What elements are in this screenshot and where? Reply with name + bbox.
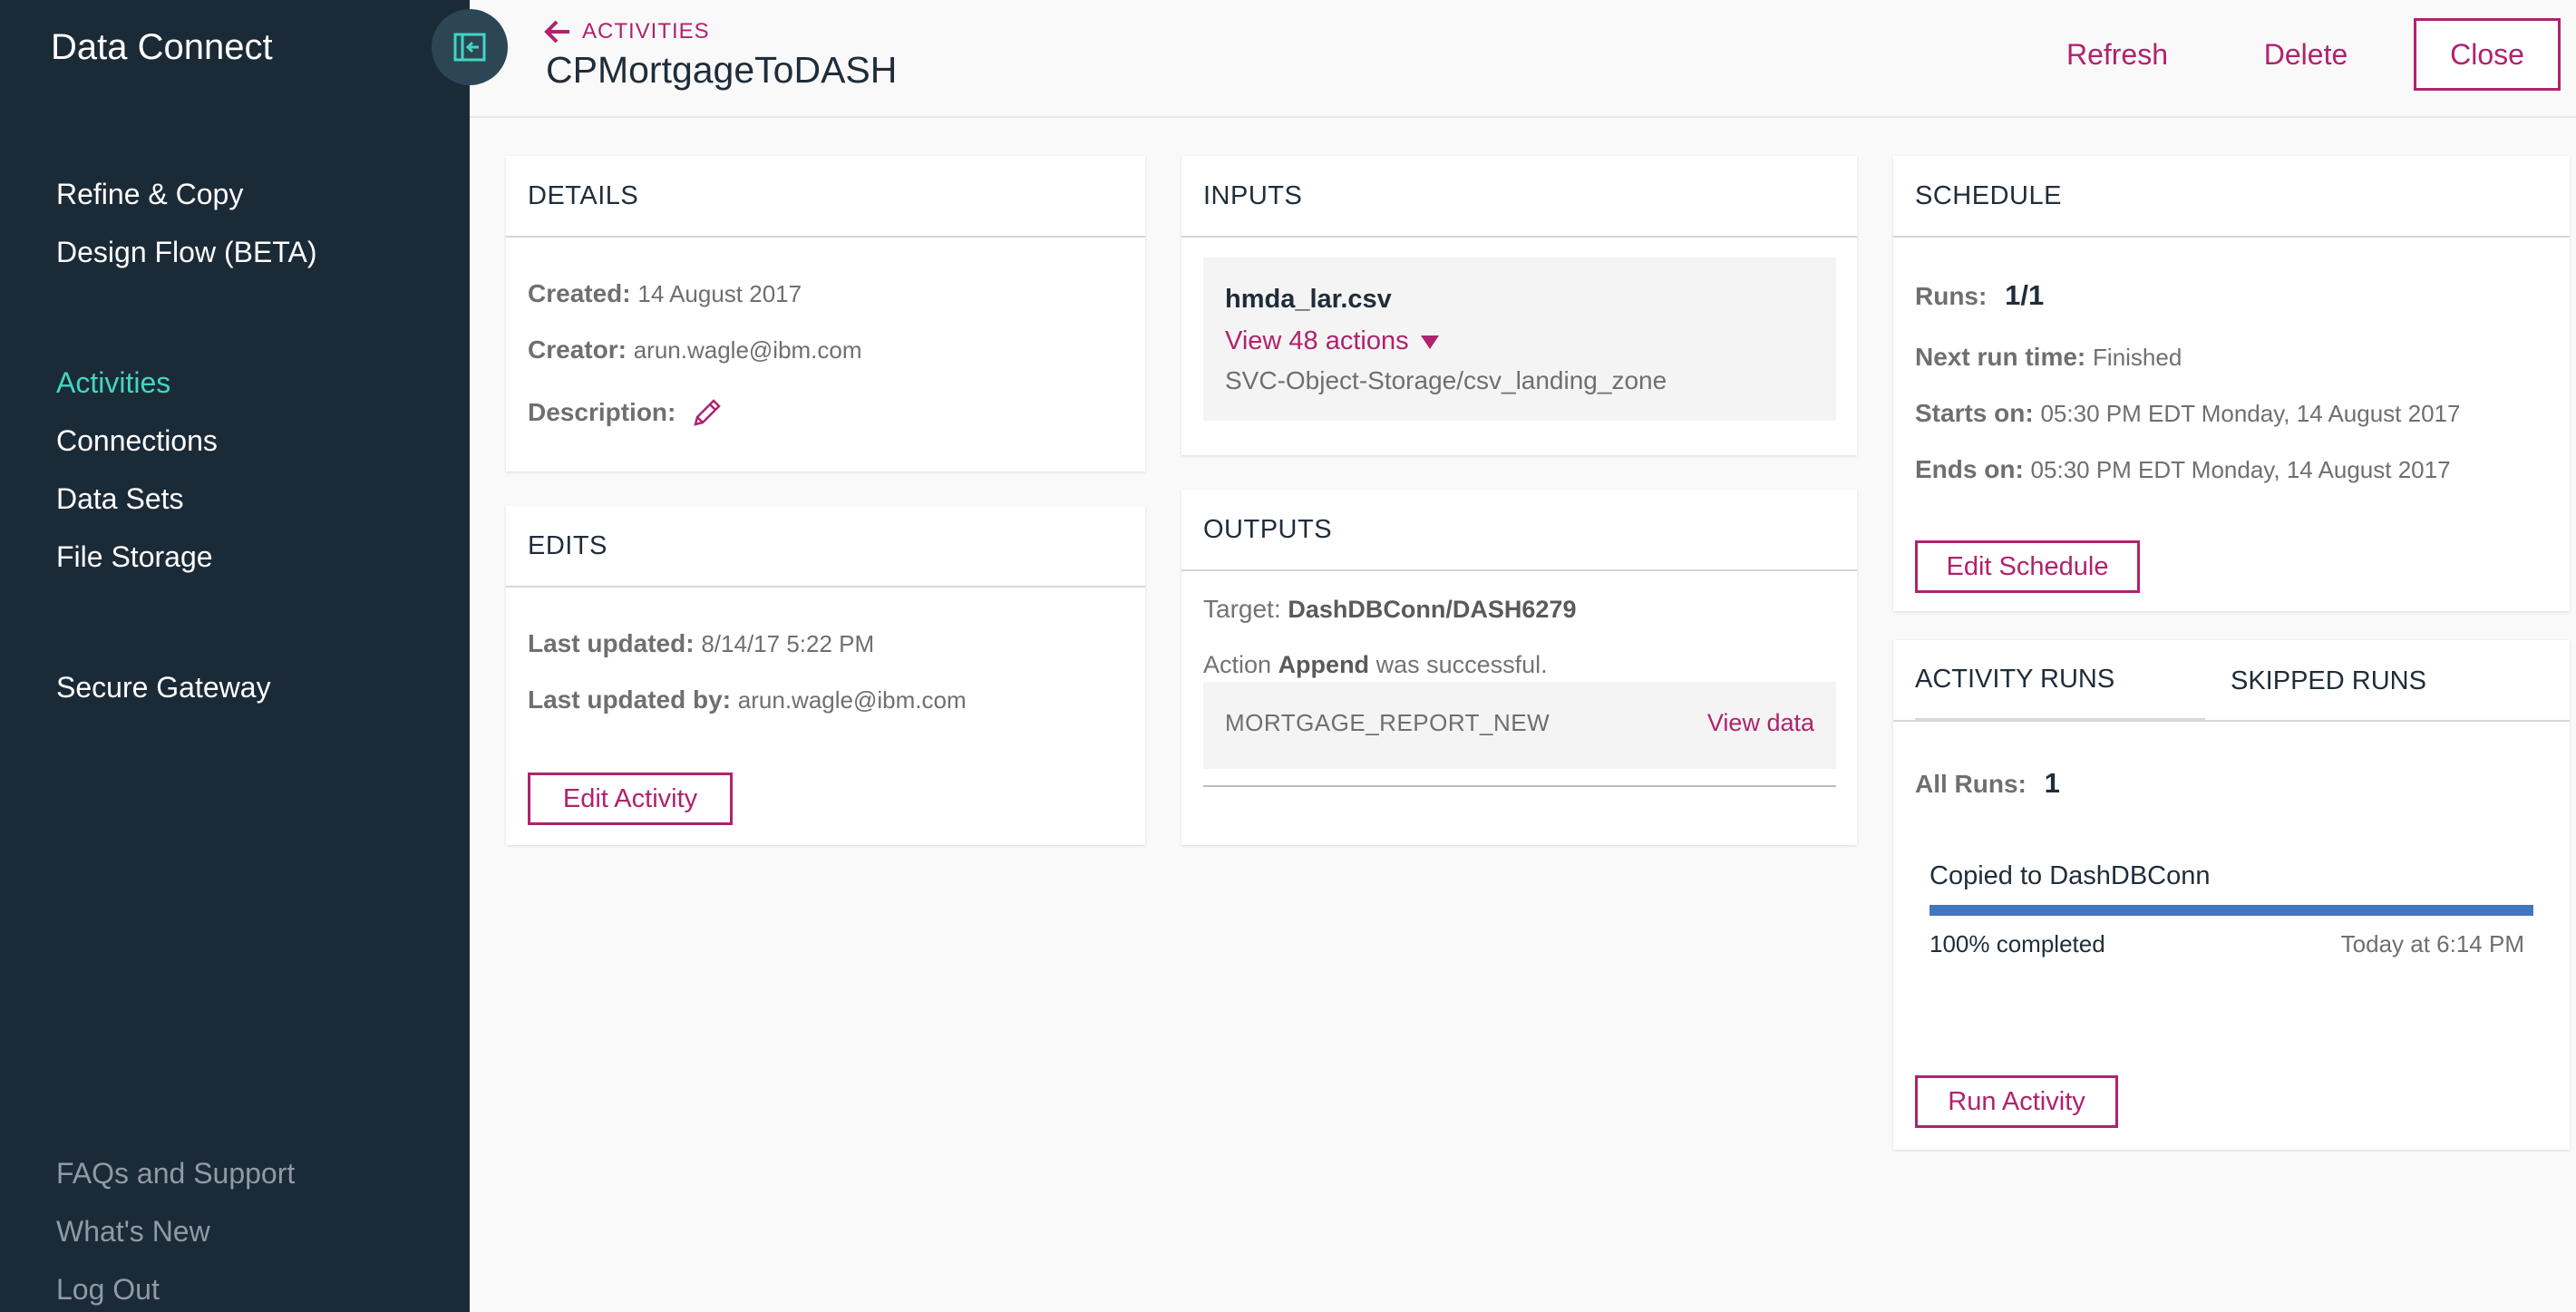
starts-on-field: Starts on: 05:30 PM EDT Monday, 14 Augus…: [1915, 399, 2460, 428]
target-label: Target:: [1203, 595, 1281, 623]
page-title: CPMortgageToDASH: [546, 49, 898, 91]
sidebar-item-file-storage[interactable]: File Storage: [56, 540, 213, 574]
edit-schedule-button[interactable]: Edit Schedule: [1915, 540, 2140, 593]
caret-down-icon: [1420, 335, 1439, 349]
all-runs-label: All Runs:: [1915, 770, 2027, 798]
schedule-heading: SCHEDULE: [1893, 156, 2570, 238]
details-card: DETAILS Created: 14 August 2017 Creator:…: [506, 156, 1145, 471]
schedule-card: SCHEDULE Runs: 1/1 Next run time: Finish…: [1893, 156, 2570, 611]
last-updated-value: 8/14/17 5:22 PM: [701, 630, 875, 657]
next-run-label: Next run time:: [1915, 343, 2086, 371]
sidebar-item-connections[interactable]: Connections: [56, 424, 218, 458]
input-path: SVC-Object-Storage/csv_landing_zone: [1225, 366, 1667, 394]
inputs-heading: INPUTS: [1181, 156, 1857, 238]
outputs-heading: OUTPUTS: [1181, 490, 1857, 571]
ends-on-label: Ends on:: [1915, 455, 2024, 483]
sidebar-item-activities[interactable]: Activities: [56, 366, 170, 400]
description-field: Description:: [528, 397, 723, 428]
starts-on-value: 05:30 PM EDT Monday, 14 August 2017: [2040, 400, 2461, 427]
created-label: Created:: [528, 279, 631, 307]
target-field: Target: DashDBConn/DASH6279: [1203, 595, 1576, 624]
details-heading: DETAILS: [506, 156, 1145, 238]
sidebar-item-refine-copy[interactable]: Refine & Copy: [56, 178, 243, 211]
sidebar-item-faqs[interactable]: FAQs and Support: [56, 1157, 295, 1191]
view-actions-link[interactable]: View 48 actions: [1225, 326, 1440, 356]
outputs-card: OUTPUTS Target: DashDBConn/DASH6279 Acti…: [1181, 490, 1857, 845]
edit-activity-button[interactable]: Edit Activity: [528, 773, 733, 825]
next-run-field: Next run time: Finished: [1915, 343, 2182, 372]
input-file-name: hmda_lar.csv: [1225, 285, 1392, 314]
edits-heading: EDITS: [506, 506, 1145, 588]
tab-skipped-runs[interactable]: SKIPPED RUNS: [2231, 640, 2426, 722]
pencil-icon[interactable]: [692, 397, 723, 428]
last-updated-field: Last updated: 8/14/17 5:22 PM: [528, 629, 874, 658]
input-source-box: hmda_lar.csv View 48 actions SVC-Object-…: [1203, 258, 1836, 421]
creator-field: Creator: arun.wagle@ibm.com: [528, 335, 862, 364]
last-updated-label: Last updated:: [528, 629, 695, 657]
page-header: ACTIVITIES CPMortgageToDASH Refresh Dele…: [470, 0, 2576, 118]
ends-on-field: Ends on: 05:30 PM EDT Monday, 14 August …: [1915, 455, 2451, 484]
all-runs-field: All Runs: 1: [1915, 767, 2060, 800]
run-activity-button[interactable]: Run Activity: [1915, 1075, 2118, 1128]
all-runs-value: 1: [2044, 767, 2060, 799]
refresh-button[interactable]: Refresh: [2049, 18, 2185, 91]
edits-card: EDITS Last updated: 8/14/17 5:22 PM Last…: [506, 506, 1145, 845]
tab-activity-runs[interactable]: ACTIVITY RUNS: [1915, 640, 2205, 722]
collapse-sidebar-button[interactable]: [432, 9, 508, 85]
action-suffix: was successful.: [1375, 651, 1548, 678]
sidebar-item-secure-gateway[interactable]: Secure Gateway: [56, 671, 271, 705]
target-value: DashDBConn/DASH6279: [1288, 596, 1577, 623]
collapse-icon: [453, 33, 486, 62]
sidebar-item-whats-new[interactable]: What's New: [56, 1215, 210, 1249]
sidebar: Data Connect Refine & Copy Design Flow (…: [0, 0, 470, 1312]
ends-on-value: 05:30 PM EDT Monday, 14 August 2017: [2030, 456, 2451, 483]
created-field: Created: 14 August 2017: [528, 279, 802, 308]
next-run-value: Finished: [2093, 344, 2182, 371]
action-prefix: Action: [1203, 651, 1272, 678]
runs-card: ACTIVITY RUNS SKIPPED RUNS All Runs: 1 C…: [1893, 640, 2570, 1150]
view-data-link[interactable]: View data: [1707, 709, 1814, 737]
sidebar-item-data-sets[interactable]: Data Sets: [56, 482, 184, 516]
runs-field: Runs: 1/1: [1915, 279, 2044, 312]
back-link-label: ACTIVITIES: [582, 19, 710, 44]
action-name: Append: [1278, 651, 1370, 678]
last-updated-by-field: Last updated by: arun.wagle@ibm.com: [528, 685, 967, 714]
view-actions-label: View 48 actions: [1225, 326, 1409, 355]
last-updated-by-label: Last updated by:: [528, 685, 732, 714]
run-time: Today at 6:14 PM: [2340, 930, 2524, 957]
divider: [1203, 785, 1836, 787]
output-table-row: MORTGAGE_REPORT_NEW View data: [1203, 682, 1836, 769]
creator-label: Creator:: [528, 335, 627, 364]
run-progress-fill: [1930, 905, 2533, 916]
output-table-name: MORTGAGE_REPORT_NEW: [1225, 709, 1550, 736]
run-title: Copied to DashDBConn: [1930, 861, 2211, 890]
runs-value: 1/1: [2005, 279, 2045, 311]
sidebar-item-log-out[interactable]: Log Out: [56, 1273, 160, 1307]
back-to-activities-link[interactable]: ACTIVITIES: [544, 16, 710, 47]
delete-button[interactable]: Delete: [2238, 18, 2374, 91]
action-status: Action Append was successful.: [1203, 651, 1548, 679]
starts-on-label: Starts on:: [1915, 399, 2034, 427]
close-button[interactable]: Close: [2414, 18, 2561, 91]
description-label: Description:: [528, 398, 676, 426]
runs-label: Runs:: [1915, 282, 1988, 310]
created-value: 14 August 2017: [637, 280, 802, 307]
run-progress-bar: [1930, 905, 2533, 916]
arrow-left-icon: [544, 20, 569, 44]
run-progress-text: 100% completed: [1930, 930, 2105, 957]
app-title: Data Connect: [51, 27, 273, 67]
sidebar-item-design-flow[interactable]: Design Flow (BETA): [56, 236, 316, 269]
inputs-card: INPUTS hmda_lar.csv View 48 actions SVC-…: [1181, 156, 1857, 455]
last-updated-by-value: arun.wagle@ibm.com: [737, 686, 967, 714]
creator-value: arun.wagle@ibm.com: [633, 336, 862, 364]
